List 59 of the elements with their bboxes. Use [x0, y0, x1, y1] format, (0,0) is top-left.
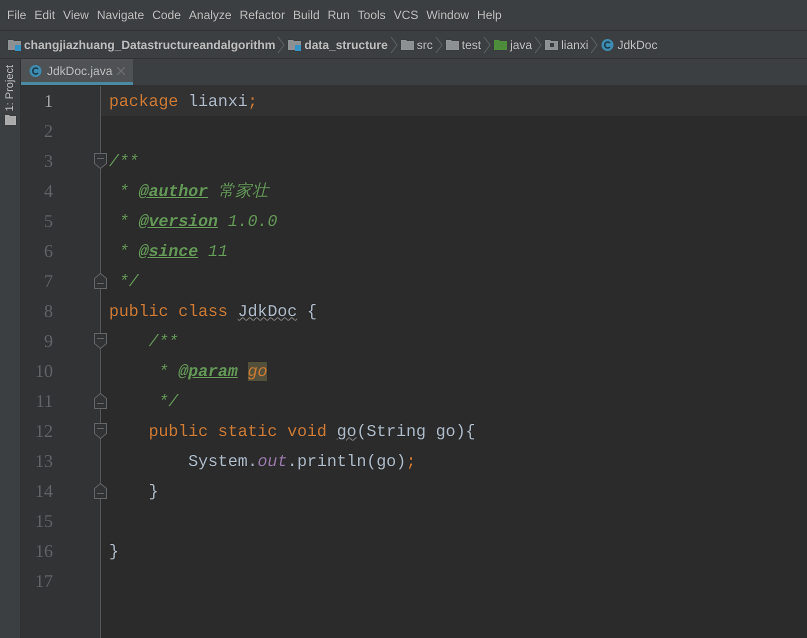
- package-folder-icon: [545, 38, 558, 52]
- code-line: /**: [109, 152, 139, 170]
- close-icon[interactable]: [117, 66, 126, 74]
- code-line: * @version 1.0.0: [118, 212, 278, 230]
- menu-item[interactable]: Help: [473, 8, 506, 22]
- chevron-icon: [534, 36, 542, 54]
- menu-item[interactable]: Tools: [354, 8, 390, 22]
- menu-item[interactable]: Window: [422, 8, 474, 22]
- code-line: System.out.println(go);: [187, 452, 416, 470]
- code-line: public static void go(String go){: [148, 422, 476, 440]
- menu-item[interactable]: Edit: [30, 8, 60, 22]
- fold-marker-icon[interactable]: [94, 423, 107, 439]
- code-line: public class JdkDoc {: [109, 302, 317, 320]
- breadcrumb-item[interactable]: src: [416, 38, 433, 52]
- fold-marker-icon[interactable]: [94, 333, 107, 349]
- breadcrumb-item[interactable]: lianxi: [561, 38, 588, 52]
- tool-window-tab[interactable]: 1: Project: [4, 65, 16, 112]
- folder-icon: [400, 38, 414, 52]
- code-line: * @since 11: [118, 242, 228, 260]
- breadcrumb-item[interactable]: changjiazhuang_Datastructureandalgorithm: [24, 38, 276, 52]
- breadcrumb-item[interactable]: java: [510, 38, 532, 52]
- breadcrumb-item[interactable]: data_structure: [304, 38, 388, 52]
- menu-item[interactable]: Run: [324, 8, 354, 22]
- class-icon: [601, 38, 614, 52]
- editor-tab[interactable]: JdkDoc.java: [21, 59, 134, 85]
- folder-icon: [446, 38, 459, 52]
- code-line: * @param go: [158, 362, 268, 380]
- code-line: }: [148, 482, 159, 500]
- code-line: */: [118, 272, 139, 290]
- menu-item[interactable]: Code: [148, 8, 185, 22]
- chevron-icon: [590, 36, 598, 54]
- line-number: 1: [43, 90, 53, 112]
- code-line: package lianxi;: [109, 92, 258, 110]
- fold-marker-icon[interactable]: [94, 483, 107, 499]
- chevron-icon: [390, 36, 398, 54]
- menu-item[interactable]: Refactor: [236, 8, 289, 22]
- fold-marker-icon[interactable]: [94, 393, 107, 409]
- folder-icon: [494, 38, 508, 52]
- folder-icon: [4, 115, 16, 126]
- code-line: }: [109, 542, 119, 560]
- menu-item[interactable]: VCS: [390, 8, 422, 22]
- chevron-icon: [483, 36, 492, 54]
- fold-marker-icon[interactable]: [94, 153, 107, 169]
- code-line: * @author 常家壮: [118, 181, 269, 202]
- folder-icon: [8, 38, 21, 52]
- menu-item[interactable]: File: [3, 8, 30, 22]
- folder-icon: [288, 38, 302, 52]
- breadcrumb-item[interactable]: test: [462, 38, 482, 52]
- code-line: */: [158, 392, 178, 410]
- chevron-icon: [277, 36, 286, 54]
- menu-item[interactable]: Navigate: [92, 8, 148, 22]
- class-icon: [29, 64, 42, 78]
- menu-item[interactable]: Analyze: [184, 8, 236, 22]
- chevron-icon: [434, 36, 443, 54]
- fold-marker-icon[interactable]: [94, 273, 107, 289]
- menu-item[interactable]: Build: [288, 8, 324, 22]
- code-line: /**: [148, 332, 178, 350]
- menu-item[interactable]: View: [59, 8, 93, 22]
- breadcrumb-item[interactable]: JdkDoc: [617, 38, 658, 52]
